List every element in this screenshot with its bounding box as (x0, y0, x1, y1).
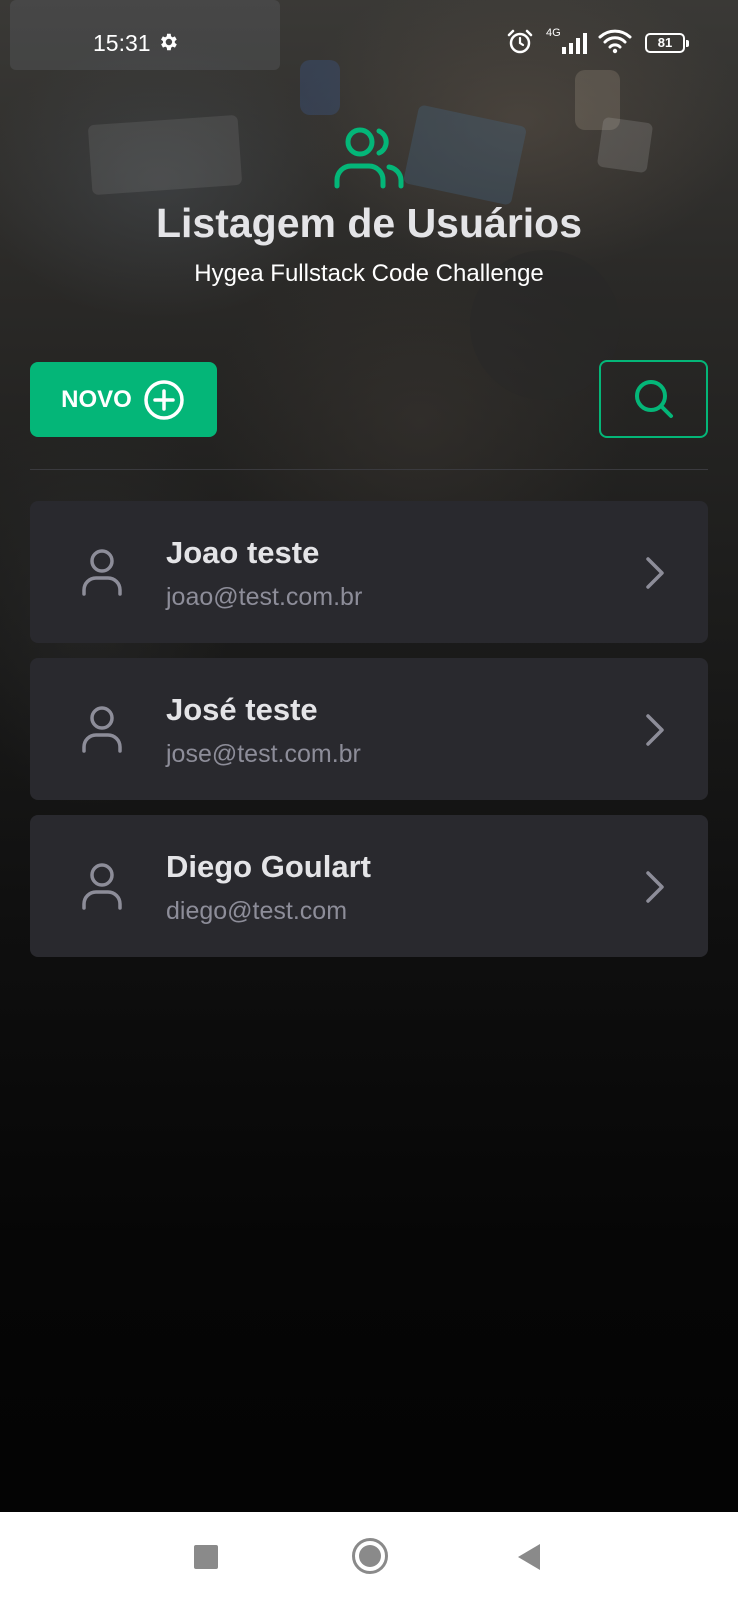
user-name: Diego Goulart (166, 849, 371, 884)
gear-icon (161, 33, 177, 51)
chevron-right-icon (646, 714, 664, 746)
new-button-label: NOVO (61, 385, 132, 413)
recent-apps-button[interactable] (194, 1545, 218, 1569)
user-name: José teste (166, 692, 318, 727)
user-avatar-icon (82, 863, 122, 910)
background-photo-notebook (402, 104, 528, 206)
user-email: jose@test.com.br (166, 740, 361, 768)
screen: 15:31 4G 81 Listagem de Usuários Hygea F… (0, 0, 738, 1600)
users-icon (334, 127, 404, 189)
new-user-button[interactable]: NOVO (30, 362, 217, 437)
wifi-icon (598, 29, 632, 54)
home-button[interactable] (352, 1538, 388, 1574)
user-avatar-icon (82, 549, 122, 596)
status-bar: 15:31 4G 81 (0, 0, 738, 80)
battery-level: 81 (657, 35, 673, 50)
page-subtitle: Hygea Fullstack Code Challenge (194, 260, 544, 287)
user-list: Joao teste joao@test.com.br José teste j… (30, 501, 708, 972)
chevron-right-icon (646, 557, 664, 589)
user-email: diego@test.com (166, 897, 348, 925)
user-card[interactable]: José teste jose@test.com.br (30, 658, 708, 800)
page-title: Listagem de Usuários (155, 200, 583, 246)
plus-circle-icon (144, 379, 184, 420)
chevron-right-icon (646, 871, 664, 903)
back-button[interactable] (518, 1544, 540, 1570)
alarm-icon (507, 29, 533, 54)
background-photo-keyboard (87, 114, 243, 196)
system-nav-bar (0, 1512, 738, 1600)
status-time: 15:31 (93, 30, 151, 56)
divider (30, 469, 708, 470)
user-card[interactable]: Joao teste joao@test.com.br (30, 501, 708, 643)
search-icon (634, 380, 673, 418)
user-card[interactable]: Diego Goulart diego@test.com (30, 815, 708, 957)
user-name: Joao teste (166, 535, 320, 570)
background-photo-paper (596, 116, 654, 174)
user-avatar-icon (82, 706, 122, 753)
battery-icon: 81 (645, 33, 689, 53)
signal-icon (562, 33, 587, 54)
user-email: joao@test.com.br (166, 583, 363, 611)
search-button[interactable] (599, 360, 708, 438)
